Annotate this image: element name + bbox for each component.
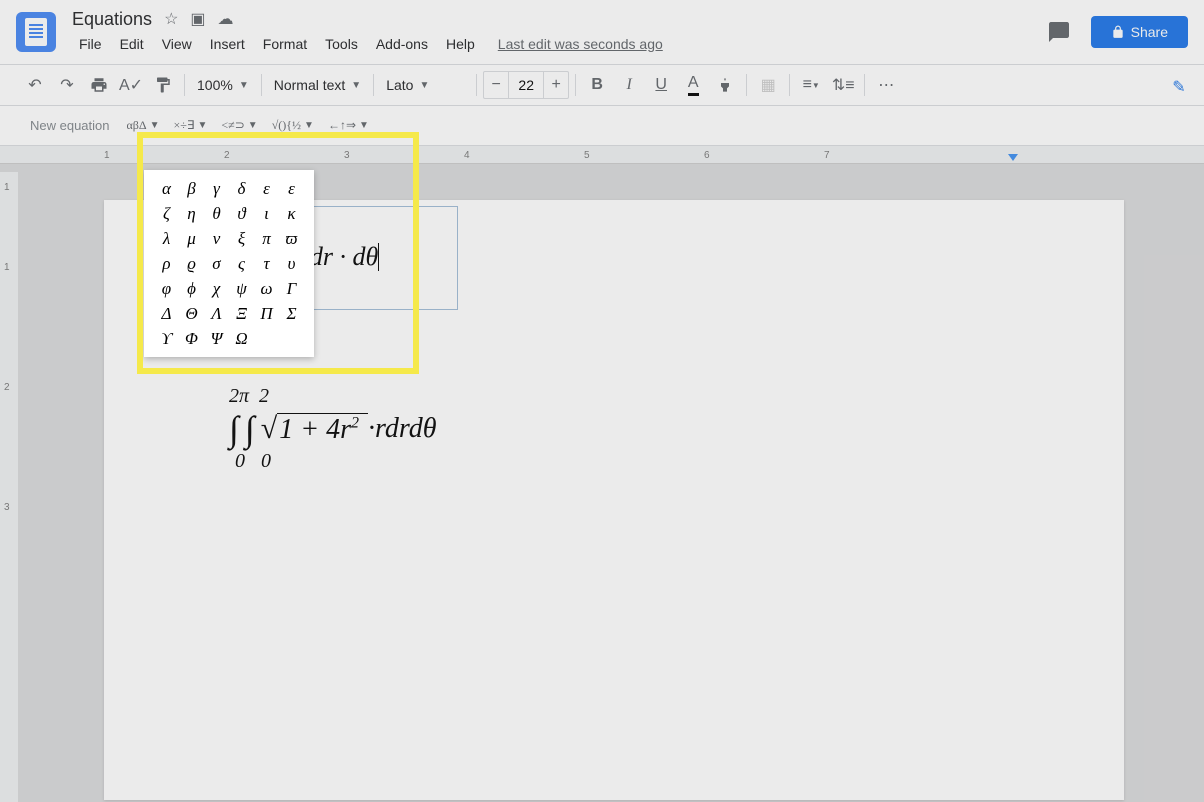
share-button[interactable]: Share — [1091, 16, 1188, 48]
greek-φ[interactable]: φ — [154, 276, 179, 301]
greek-κ[interactable]: κ — [279, 201, 304, 226]
italic-button[interactable]: I — [614, 70, 644, 100]
menu-help[interactable]: Help — [439, 32, 482, 56]
zoom-select[interactable]: 100%▼ — [191, 70, 255, 100]
greek-letter-menu: αβγδεε ζηθϑικ λμνξπϖ ρϱσςτυ φϕχψωΓ ΔΘΛΞΠΣ ϒΦΨΩ — [144, 170, 314, 357]
eq-rel-button[interactable]: <≠⊃▼ — [214, 112, 264, 140]
greek-υ[interactable]: υ — [279, 251, 304, 276]
equation-2[interactable]: 2π 2 ∫ ∫ √ 1 + 4r2 ·rdrdθ 0 0 — [229, 385, 436, 473]
greek-Θ[interactable]: Θ — [179, 301, 204, 326]
doc-title[interactable]: Equations — [72, 9, 152, 30]
spellcheck-button[interactable]: A✓ — [116, 70, 146, 100]
menu-insert[interactable]: Insert — [203, 32, 252, 56]
greek-Φ[interactable]: Φ — [179, 326, 204, 351]
more-button[interactable]: ⋯ — [871, 70, 901, 100]
greek-χ[interactable]: χ — [204, 276, 229, 301]
star-icon[interactable]: ☆ — [164, 9, 178, 29]
cloud-icon[interactable]: ☁ — [218, 9, 234, 29]
greek-Ψ[interactable]: Ψ — [204, 326, 229, 351]
last-edit-link[interactable]: Last edit was seconds ago — [498, 36, 663, 52]
docs-logo[interactable] — [16, 12, 56, 52]
greek-ϒ[interactable]: ϒ — [154, 326, 179, 351]
font-select[interactable]: Lato▼ — [380, 70, 470, 100]
line-spacing-button[interactable]: ⇅≡ — [828, 70, 858, 100]
eq-big-button[interactable]: √(){½▼ — [265, 112, 321, 140]
greek-ξ[interactable]: ξ — [229, 226, 254, 251]
greek-Γ[interactable]: Γ — [279, 276, 304, 301]
style-select[interactable]: Normal text▼ — [268, 70, 367, 100]
redo-button[interactable]: ↷ — [52, 70, 82, 100]
menu-view[interactable]: View — [155, 32, 199, 56]
greek-Λ[interactable]: Λ — [204, 301, 229, 326]
greek-ϕ[interactable]: ϕ — [179, 276, 204, 301]
greek-ω[interactable]: ω — [254, 276, 279, 301]
greek-Π[interactable]: Π — [254, 301, 279, 326]
greek-ρ[interactable]: ρ — [154, 251, 179, 276]
greek-ν[interactable]: ν — [204, 226, 229, 251]
greek-γ[interactable]: γ — [204, 176, 229, 201]
underline-button[interactable]: U — [646, 70, 676, 100]
greek-ι[interactable]: ι — [254, 201, 279, 226]
equation-toolbar: New equation αβΔ▼ ×÷∃▼ <≠⊃▼ √(){½▼ ←↑⇒▼ — [0, 106, 1204, 146]
eq-ops-button[interactable]: ×÷∃▼ — [167, 112, 215, 140]
move-icon[interactable]: ▣ — [190, 9, 205, 29]
greek-Σ[interactable]: Σ — [279, 301, 304, 326]
text-color-button[interactable]: A — [678, 70, 708, 100]
vertical-ruler[interactable]: 1123 — [0, 172, 18, 802]
greek-ε[interactable]: ε — [254, 176, 279, 201]
greek-ζ[interactable]: ζ — [154, 201, 179, 226]
greek-ϖ[interactable]: ϖ — [279, 226, 304, 251]
greek-π[interactable]: π — [254, 226, 279, 251]
new-equation-label: New equation — [30, 118, 110, 133]
horizontal-ruler[interactable]: 1234567 — [0, 146, 1204, 164]
greek-ψ[interactable]: ψ — [229, 276, 254, 301]
greek-Ω[interactable]: Ω — [229, 326, 254, 351]
greek-Ξ[interactable]: Ξ — [229, 301, 254, 326]
greek-μ[interactable]: μ — [179, 226, 204, 251]
greek-α[interactable]: α — [154, 176, 179, 201]
eq-greek-button[interactable]: αβΔ▼ — [120, 112, 167, 140]
highlight-button[interactable] — [710, 70, 740, 100]
menu-addons[interactable]: Add-ons — [369, 32, 435, 56]
menu-edit[interactable]: Edit — [113, 32, 151, 56]
greek-Δ[interactable]: Δ — [154, 301, 179, 326]
font-size-minus[interactable]: − — [484, 72, 508, 98]
greek-λ[interactable]: λ — [154, 226, 179, 251]
greek-ϱ[interactable]: ϱ — [179, 251, 204, 276]
main-toolbar: ↶ ↷ A✓ 100%▼ Normal text▼ Lato▼ − 22 + B… — [0, 64, 1204, 106]
menu-tools[interactable]: Tools — [318, 32, 365, 56]
greek-β[interactable]: β — [179, 176, 204, 201]
print-button[interactable] — [84, 70, 114, 100]
greek-τ[interactable]: τ — [254, 251, 279, 276]
greek-σ[interactable]: σ — [204, 251, 229, 276]
greek-ς[interactable]: ς — [229, 251, 254, 276]
text-cursor — [378, 243, 379, 271]
insert-image-button[interactable]: ▦ — [753, 70, 783, 100]
paint-format-button[interactable] — [148, 70, 178, 100]
greek-ε[interactable]: ε — [279, 176, 304, 201]
greek-η[interactable]: η — [179, 201, 204, 226]
menu-file[interactable]: File — [72, 32, 109, 56]
greek-δ[interactable]: δ — [229, 176, 254, 201]
right-margin-marker[interactable] — [1008, 154, 1018, 161]
font-size-input[interactable]: 22 — [508, 72, 544, 98]
bold-button[interactable]: B — [582, 70, 612, 100]
align-button[interactable]: ≡▼ — [796, 70, 826, 100]
menu-format[interactable]: Format — [256, 32, 314, 56]
font-size-plus[interactable]: + — [544, 72, 568, 98]
greek-ϑ[interactable]: ϑ — [229, 201, 254, 226]
undo-button[interactable]: ↶ — [20, 70, 50, 100]
comments-icon[interactable] — [1043, 16, 1075, 48]
eq-arrows-button[interactable]: ←↑⇒▼ — [321, 112, 376, 140]
greek-θ[interactable]: θ — [204, 201, 229, 226]
editing-mode-button[interactable]: ✎ — [1164, 72, 1194, 102]
